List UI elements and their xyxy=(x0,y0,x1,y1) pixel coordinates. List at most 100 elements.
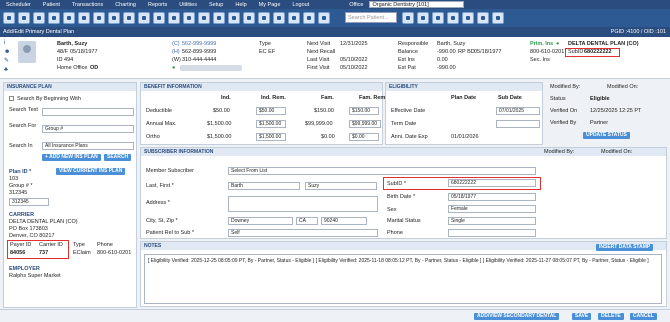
xray-icon[interactable] xyxy=(138,12,150,24)
phone-icon[interactable] xyxy=(447,12,459,24)
perio-icon[interactable] xyxy=(108,12,120,24)
insurance-icon[interactable] xyxy=(78,12,90,24)
menu-logout[interactable]: Logout xyxy=(286,2,315,8)
patient-dob: 05/18/1977 xyxy=(70,49,98,55)
home-office-label: Home Office xyxy=(57,65,88,71)
menu-my-page[interactable]: My Page xyxy=(253,2,287,8)
menu-transactions[interactable]: Transactions xyxy=(66,2,109,8)
view-current-ins-plan-button[interactable]: VIEW CURRENT INS PLAN xyxy=(56,168,126,175)
search-beginning-checkbox[interactable] xyxy=(9,96,14,101)
info-icon[interactable]: i xyxy=(4,40,10,46)
effective-sub-date-input[interactable]: 07/01/2025 xyxy=(496,107,540,115)
refresh-icon[interactable] xyxy=(492,12,504,24)
mail-icon[interactable] xyxy=(462,12,474,24)
menu-reports[interactable]: Reports xyxy=(142,2,173,8)
subscriber-header: SUBSCRIBER INFORMATION xyxy=(141,148,666,156)
edit-patient-icon[interactable] xyxy=(432,12,444,24)
state-select[interactable]: CA xyxy=(296,217,318,225)
first-name-input[interactable]: Suzy xyxy=(305,182,377,190)
plan-phone: 800-610-0201 xyxy=(530,49,565,55)
est-ins-label: Est Ins xyxy=(398,57,415,63)
last-name-input[interactable]: Barth xyxy=(228,182,300,190)
forms-icon[interactable] xyxy=(303,12,315,24)
type-label: Type xyxy=(259,41,271,47)
address-input[interactable] xyxy=(228,196,378,212)
insert-data-stamp-button[interactable]: INSERT DATA STAMP xyxy=(596,244,654,251)
patient-rel-select[interactable]: Self xyxy=(228,229,378,237)
ortho-fam-rem-input[interactable]: $0.00 xyxy=(349,133,379,141)
subscriber-information-panel: SUBSCRIBER INFORMATION Modified By: Modi… xyxy=(140,147,667,239)
annual-max-ind-rem-input[interactable]: $1,500.00 xyxy=(256,120,286,128)
cancel-button[interactable]: CANCEL xyxy=(630,313,657,320)
notes-textarea[interactable]: [ Eligibility Verified: 2025-12-25 08:05… xyxy=(144,254,662,304)
add-new-ins-plan-button[interactable]: + ADD NEW INS PLAN xyxy=(42,154,101,161)
work-phone[interactable]: 310-444-4444 xyxy=(182,57,216,63)
document-icon[interactable] xyxy=(153,12,165,24)
save-button[interactable]: SAVE xyxy=(572,313,592,320)
ledger-icon[interactable] xyxy=(48,12,60,24)
search-button[interactable]: SEARCH xyxy=(104,154,132,161)
messages-icon[interactable] xyxy=(243,12,255,24)
print-icon[interactable] xyxy=(477,12,489,24)
tooth-icon[interactable]: ♣ xyxy=(4,67,10,73)
sub-phone-input[interactable] xyxy=(448,229,536,237)
family-icon[interactable] xyxy=(33,12,45,24)
search-beginning-label: Search By Beginning With xyxy=(17,96,81,102)
menu-patient[interactable]: Patient xyxy=(37,2,66,8)
deductible-ind-rem-input[interactable]: $50.00 xyxy=(256,107,286,115)
search-icon[interactable] xyxy=(402,12,414,24)
menu-charting[interactable]: Charting xyxy=(109,2,142,8)
subid-input[interactable]: 680222222 xyxy=(448,179,536,187)
effective-date-label: Effective Date xyxy=(391,108,426,114)
payment-icon[interactable] xyxy=(63,12,75,24)
patient-search-input[interactable]: Search Patient... xyxy=(345,12,397,23)
tasks-icon[interactable] xyxy=(318,12,330,24)
office-select[interactable]: Organic Dentistry [101] xyxy=(369,1,465,8)
patient-name[interactable]: Barth, Suzy xyxy=(57,41,87,47)
sex-select[interactable]: Female xyxy=(448,205,536,213)
settings-icon[interactable] xyxy=(258,12,270,24)
patient-email[interactable] xyxy=(180,65,242,71)
row-deductible-label: Deductible xyxy=(146,108,172,114)
notes-icon[interactable] xyxy=(288,12,300,24)
people-icon[interactable]: ☻ xyxy=(4,49,10,55)
zip-input[interactable]: 90240 xyxy=(321,217,367,225)
group-input[interactable]: 312345 xyxy=(9,198,49,206)
claims-icon[interactable] xyxy=(183,12,195,24)
menu-scheduler[interactable]: Scheduler xyxy=(0,2,37,8)
menu-utilities[interactable]: Utilities xyxy=(173,2,203,8)
patient-icon[interactable] xyxy=(18,12,30,24)
member-subscriber-select[interactable]: Select From List xyxy=(228,167,536,175)
treatment-icon[interactable] xyxy=(123,12,135,24)
menu-setup[interactable]: Setup xyxy=(203,2,229,8)
search-in-select[interactable]: All Insurance Plans xyxy=(42,142,134,150)
cell-phone[interactable]: 562-999-9999 xyxy=(182,41,216,47)
scheduler-icon[interactable] xyxy=(3,12,15,24)
update-status-button[interactable]: UPDATE STATUS xyxy=(583,132,630,139)
lab-icon[interactable] xyxy=(213,12,225,24)
term-sub-date-input[interactable] xyxy=(496,120,540,128)
add-patient-icon[interactable] xyxy=(417,12,429,24)
search-text-input[interactable] xyxy=(42,108,134,116)
search-for-select[interactable]: Group # xyxy=(42,125,134,133)
prescription-icon[interactable] xyxy=(228,12,240,24)
add-view-secondary-dental-button[interactable]: ADD/VIEW SECONDARY DENTAL xyxy=(474,313,560,320)
chart-icon[interactable] xyxy=(93,12,105,24)
city-input[interactable]: Downey xyxy=(228,217,293,225)
insurance-plan-panel: INSURANCE PLAN Search By Beginning With … xyxy=(3,82,137,308)
recall-icon[interactable] xyxy=(168,12,180,24)
deductible-fam-rem-input[interactable]: $150.00 xyxy=(349,107,379,115)
delete-button[interactable]: DELETE xyxy=(598,313,624,320)
prim-plan-name[interactable]: DELTA DENTAL PLAN (CO) xyxy=(568,41,639,47)
reports-icon[interactable] xyxy=(198,12,210,24)
ortho-ind-rem-input[interactable]: $1,500.00 xyxy=(256,133,286,141)
pencil-icon[interactable]: ✎ xyxy=(4,58,10,64)
search-for-label: Search For xyxy=(9,123,37,129)
birth-date-input[interactable]: 05/18/1977 xyxy=(448,193,536,201)
home-phone[interactable]: 562-899-9999 xyxy=(182,49,216,55)
marital-status-select[interactable]: Single xyxy=(448,217,536,225)
calendar-icon[interactable] xyxy=(273,12,285,24)
carrier-address-1: PO Box 173803 xyxy=(9,226,48,232)
menu-help[interactable]: Help xyxy=(229,2,252,8)
annual-max-fam-rem-input[interactable]: $99,999.00 xyxy=(349,120,381,128)
